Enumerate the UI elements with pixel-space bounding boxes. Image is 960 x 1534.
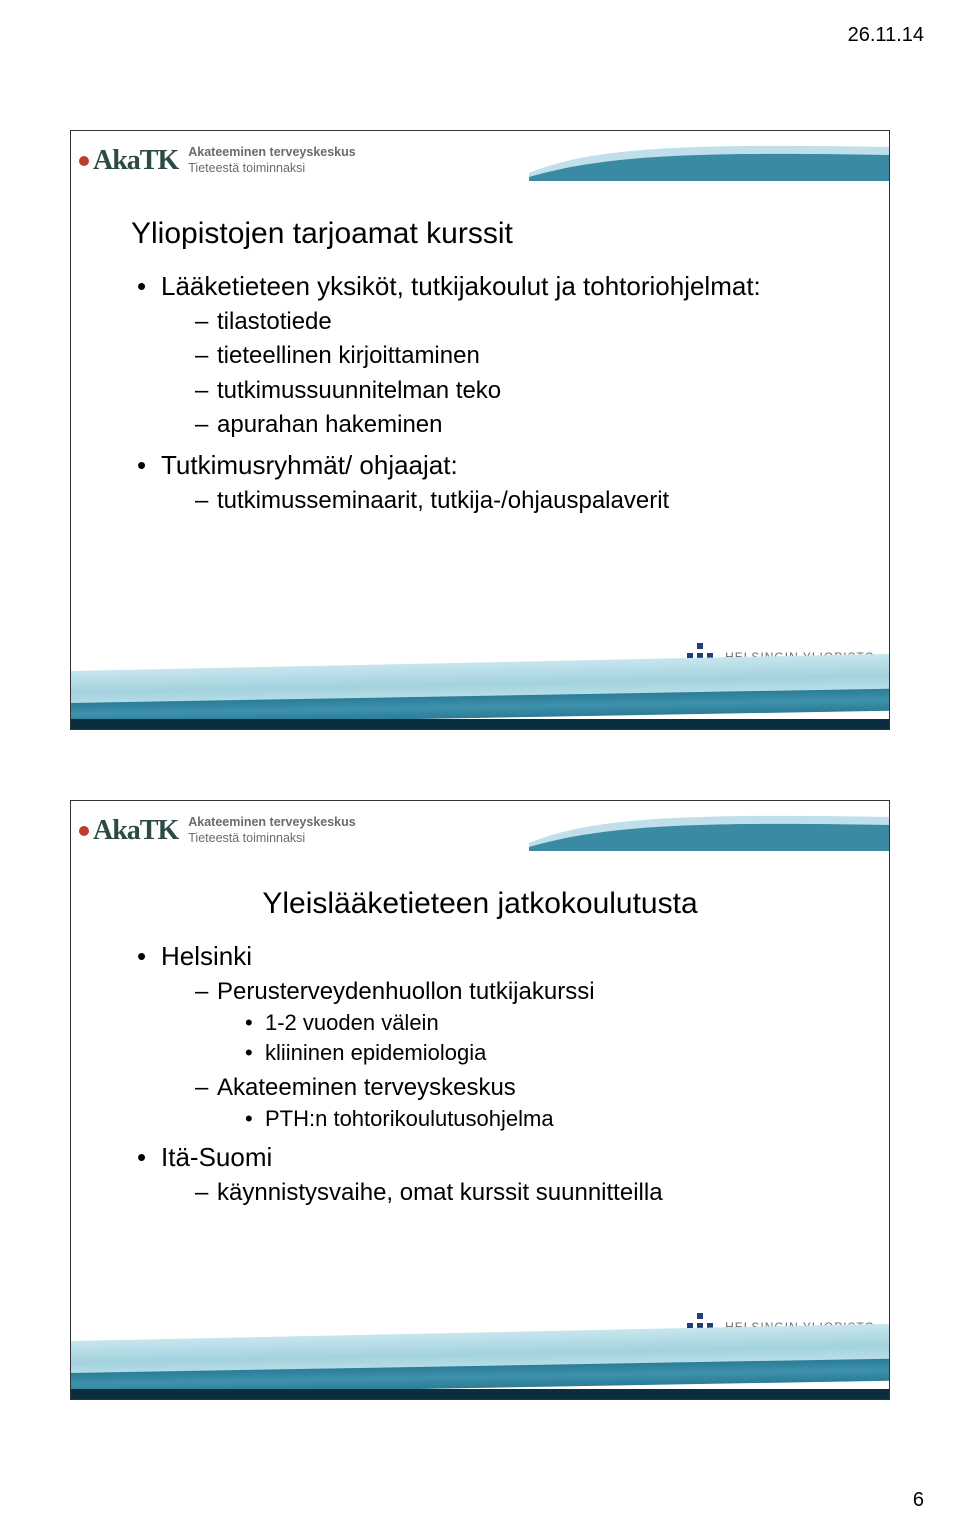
tagline-line1: Akateeminen terveyskeskus [188, 815, 355, 831]
slide-title: Yleislääketieteen jatkokoulutusta [131, 887, 829, 921]
tagline-line1: Akateeminen terveyskeskus [188, 145, 355, 161]
bullet-text: tieteellinen kirjoittaminen [217, 342, 480, 369]
bullet-text: Itä-Suomi [161, 1142, 272, 1172]
list-item: tilastotiede [195, 306, 829, 338]
sublist: tutkimusseminaarit, tutkija-/ohjauspalav… [195, 485, 829, 517]
footer-swoosh-icon [71, 679, 889, 729]
slide-body: Yleislääketieteen jatkokoulutusta Helsin… [71, 861, 889, 1209]
slide-2: AkaTK Akateeminen terveyskeskus Tieteest… [70, 800, 890, 1400]
slides-container: AkaTK Akateeminen terveyskeskus Tieteest… [70, 130, 890, 1470]
akatk-logo: AkaTK Akateeminen terveyskeskus Tieteest… [93, 815, 356, 846]
akatk-tagline: Akateeminen terveyskeskus Tieteestä toim… [188, 815, 355, 846]
bullet-text: Perusterveydenhuollon tutkijakurssi [217, 978, 595, 1005]
bullet-text: PTH:n tohtorikoulutusohjelma [265, 1106, 554, 1131]
slide-footer: HELSINGIN YLIOPISTO [71, 1313, 889, 1399]
slide-footer: HELSINGIN YLIOPISTO [71, 643, 889, 729]
bullet-text: 1-2 vuoden välein [265, 1010, 439, 1035]
slide-title: Yliopistojen tarjoamat kurssit [131, 217, 829, 251]
slide-header: AkaTK Akateeminen terveyskeskus Tieteest… [71, 801, 889, 861]
sublist: tilastotiede tieteellinen kirjoittaminen… [195, 306, 829, 442]
list-item: käynnistysvaihe, omat kurssit suunnittei… [195, 1177, 829, 1209]
bullet-text: Helsinki [161, 941, 252, 971]
header-swoosh-icon [529, 807, 889, 851]
list-item: Lääketieteen yksiköt, tutkijakoulut ja t… [137, 269, 829, 442]
list-item: tutkimussuunnitelman teko [195, 375, 829, 407]
bullet-list: Lääketieteen yksiköt, tutkijakoulut ja t… [137, 269, 829, 517]
bullet-text: Lääketieteen yksiköt, tutkijakoulut ja t… [161, 271, 761, 301]
list-item: Perusterveydenhuollon tutkijakurssi 1-2 … [195, 976, 829, 1068]
page-number: 6 [913, 1489, 924, 1512]
header-swoosh-icon [529, 137, 889, 181]
list-item: Tutkimusryhmät/ ohjaajat: tutkimussemina… [137, 448, 829, 517]
bullet-text: kliininen epidemiologia [265, 1040, 486, 1065]
bullet-text: Tutkimusryhmät/ ohjaajat: [161, 450, 458, 480]
akatk-tagline: Akateeminen terveyskeskus Tieteestä toim… [188, 145, 355, 176]
bullet-text: tutkimussuunnitelman teko [217, 377, 501, 404]
slide-1: AkaTK Akateeminen terveyskeskus Tieteest… [70, 130, 890, 730]
sublist: käynnistysvaihe, omat kurssit suunnittei… [195, 1177, 829, 1209]
list-item: tutkimusseminaarit, tutkija-/ohjauspalav… [195, 485, 829, 517]
list-item: tieteellinen kirjoittaminen [195, 340, 829, 372]
akatk-logo-mark: AkaTK [93, 817, 178, 845]
akatk-logo-mark: AkaTK [93, 147, 178, 175]
bullet-text: käynnistysvaihe, omat kurssit suunnittei… [217, 1179, 663, 1206]
slide-body: Yliopistojen tarjoamat kurssit Lääketiet… [71, 191, 889, 517]
list-item: 1-2 vuoden välein [245, 1008, 829, 1038]
bullet-text: tutkimusseminaarit, tutkija-/ohjauspalav… [217, 487, 669, 514]
list-item: apurahan hakeminen [195, 409, 829, 441]
list-item: PTH:n tohtorikoulutusohjelma [245, 1104, 829, 1134]
sublist: Perusterveydenhuollon tutkijakurssi 1-2 … [195, 976, 829, 1134]
bullet-list: Helsinki Perusterveydenhuollon tutkijaku… [137, 939, 829, 1209]
sublist: PTH:n tohtorikoulutusohjelma [245, 1104, 829, 1134]
list-item: kliininen epidemiologia [245, 1038, 829, 1068]
bullet-text: apurahan hakeminen [217, 411, 443, 438]
list-item: Itä-Suomi käynnistysvaihe, omat kurssit … [137, 1140, 829, 1209]
tagline-line2: Tieteestä toiminnaksi [188, 831, 355, 847]
document-date: 26.11.14 [848, 24, 924, 47]
slide-header: AkaTK Akateeminen terveyskeskus Tieteest… [71, 131, 889, 191]
footer-swoosh-icon [71, 1349, 889, 1399]
sublist: 1-2 vuoden välein kliininen epidemiologi… [245, 1008, 829, 1067]
bullet-text: tilastotiede [217, 308, 332, 335]
tagline-line2: Tieteestä toiminnaksi [188, 161, 355, 177]
bullet-text: Akateeminen terveyskeskus [217, 1074, 516, 1101]
list-item: Akateeminen terveyskeskus PTH:n tohtorik… [195, 1072, 829, 1134]
page: 26.11.14 AkaTK Akateeminen terveyskeskus… [0, 0, 960, 1534]
list-item: Helsinki Perusterveydenhuollon tutkijaku… [137, 939, 829, 1134]
akatk-logo: AkaTK Akateeminen terveyskeskus Tieteest… [93, 145, 356, 176]
